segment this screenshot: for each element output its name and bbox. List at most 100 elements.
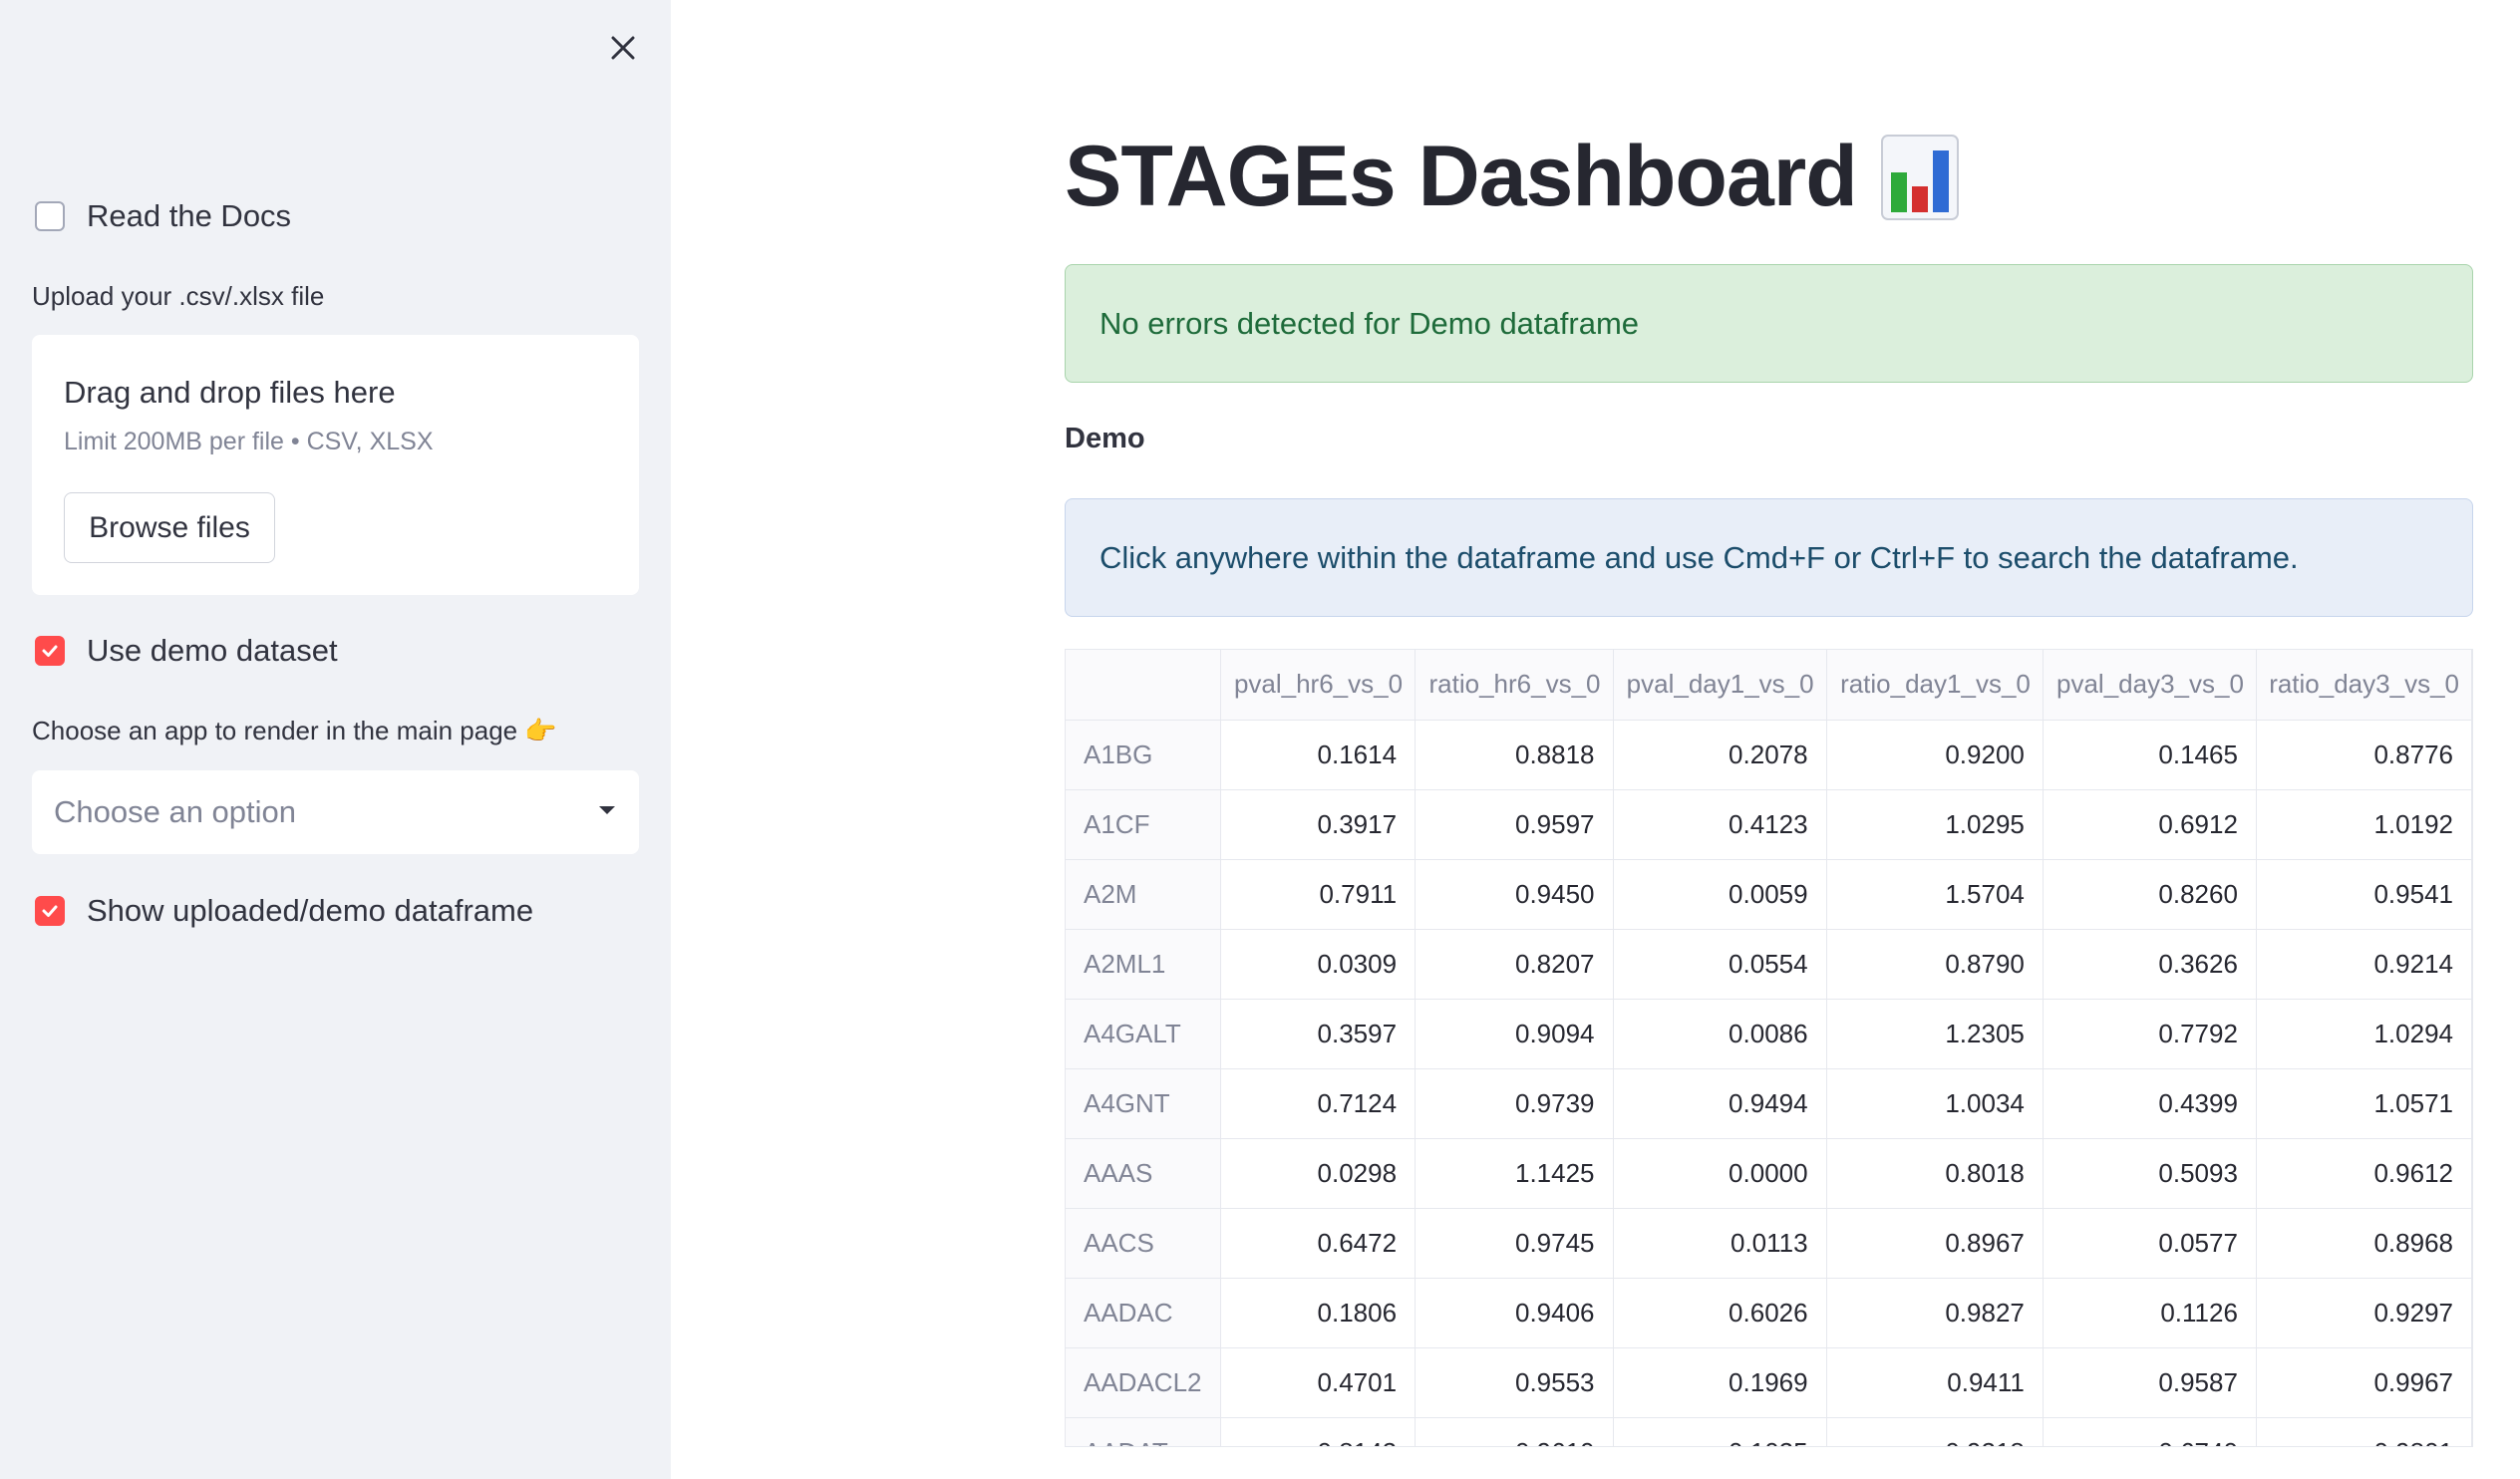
table-cell[interactable]: 0.4123	[1613, 789, 1827, 860]
table-row[interactable]: A2M 0.7911 0.9450 0.0059 1.5704 0.8260 0.9541	[1066, 859, 2472, 930]
table-cell[interactable]: 1.0295	[1826, 789, 2044, 860]
table-cell[interactable]: 0.9214	[2256, 929, 2472, 1000]
table-cell[interactable]: 0.9450	[1415, 859, 1614, 930]
table-cell[interactable]: 0.3597	[1220, 999, 1417, 1069]
table-cell[interactable]: 0.8142	[1220, 1417, 1417, 1446]
close-sidebar-button[interactable]	[603, 28, 643, 68]
table-cell[interactable]: 0.9541	[2256, 859, 2472, 930]
browse-files-button[interactable]: Browse files	[64, 492, 275, 563]
table-cell[interactable]: 0.0113	[1613, 1208, 1827, 1279]
table-cell[interactable]: 0.0554	[1613, 929, 1827, 1000]
table-cell[interactable]: 0.9587	[2043, 1347, 2257, 1418]
table-row[interactable]: AADAT0.81420.96100.10250.92180.67400.980…	[1066, 1417, 2472, 1446]
table-cell[interactable]: 0.1025	[1613, 1417, 1827, 1446]
table-row[interactable]: AACS 0.6472 0.9745 0.0113 0.8967 0.0577 0.8968	[1066, 1208, 2472, 1279]
table-cell[interactable]: 0.9612	[2256, 1138, 2472, 1209]
table-cell[interactable]: 0.0309	[1220, 929, 1417, 1000]
row-index-cell[interactable]: AADAC	[1066, 1278, 1221, 1348]
table-cell[interactable]: 0.8967	[1826, 1208, 2044, 1279]
table-cell[interactable]: 0.6026	[1613, 1278, 1827, 1348]
table-cell[interactable]: 0.9597	[1415, 789, 1614, 860]
table-cell[interactable]: 0.8207	[1415, 929, 1614, 1000]
table-cell[interactable]: 1.5704	[1826, 859, 2044, 930]
table-cell[interactable]: 0.3917	[1220, 789, 1417, 860]
table-cell[interactable]: 0.8776	[2256, 720, 2472, 790]
table-cell[interactable]: 0.1465	[2043, 720, 2257, 790]
row-index-cell[interactable]: A2ML1	[1066, 929, 1221, 1000]
table-cell[interactable]: 0.9406	[1415, 1278, 1614, 1348]
table-cell[interactable]: 0.1969	[1613, 1347, 1827, 1418]
table-cell[interactable]: 0.1614	[1220, 720, 1417, 790]
table-cell[interactable]: 1.1425	[1415, 1138, 1614, 1209]
table-cell[interactable]: 0.1126	[2043, 1278, 2257, 1348]
table-cell[interactable]: 0.9745	[1415, 1208, 1614, 1279]
column-header[interactable]: ratio_day1_vs_0	[1826, 650, 2044, 721]
column-header-index[interactable]	[1066, 650, 1221, 721]
table-cell[interactable]: 0.8818	[1415, 720, 1614, 790]
use-demo-checkbox-row[interactable]: Use demo dataset	[35, 633, 338, 669]
table-cell[interactable]: 0.9801	[2256, 1417, 2472, 1446]
table-cell[interactable]: 0.4701	[1220, 1347, 1417, 1418]
table-row[interactable]: AAAS 0.0298 1.1425 0.0000 0.8018 0.5093 0.9612	[1066, 1138, 2472, 1209]
table-cell[interactable]: 0.2078	[1613, 720, 1827, 790]
table-cell[interactable]: 0.9297	[2256, 1278, 2472, 1348]
table-cell[interactable]: 0.6472	[1220, 1208, 1417, 1279]
row-index-cell[interactable]: A2M	[1066, 859, 1221, 930]
column-header[interactable]: pval_day1_vs_0	[1613, 650, 1827, 721]
row-index-cell[interactable]: AACS	[1066, 1208, 1221, 1279]
table-row[interactable]: A1CF 0.3917 0.9597 0.4123 1.0295 0.6912 1.0192	[1066, 789, 2472, 860]
table-cell[interactable]: 0.0577	[2043, 1208, 2257, 1279]
table-cell[interactable]: 1.0192	[2256, 789, 2472, 860]
dataframe[interactable]: pval_hr6_vs_0 ratio_hr6_vs_0 pval_day1_v…	[1065, 649, 2473, 1447]
row-index-cell[interactable]: AADACL2	[1066, 1347, 1221, 1418]
row-index-cell[interactable]: A1BG	[1066, 720, 1221, 790]
row-index-cell[interactable]: AAAS	[1066, 1138, 1221, 1209]
read-docs-checkbox[interactable]	[35, 201, 65, 231]
table-cell[interactable]: 0.6740	[2043, 1417, 2257, 1446]
row-index-cell[interactable]: A4GALT	[1066, 999, 1221, 1069]
table-cell[interactable]: 0.6912	[2043, 789, 2257, 860]
table-cell[interactable]: 0.8260	[2043, 859, 2257, 930]
column-header[interactable]: ratio_day3_vs_0	[2256, 650, 2472, 721]
show-df-checkbox[interactable]	[35, 896, 65, 926]
column-header[interactable]: pval_hr6_vs_0	[1220, 650, 1417, 721]
table-row[interactable]: AADAC 0.1806 0.9406 0.6026 0.9827 0.1126 0.929…	[1066, 1278, 2472, 1348]
table-cell[interactable]: 0.0000	[1613, 1138, 1827, 1209]
table-cell[interactable]: 0.4399	[2043, 1068, 2257, 1139]
table-cell[interactable]: 0.9827	[1826, 1278, 2044, 1348]
table-cell[interactable]: 0.9218	[1826, 1417, 2044, 1446]
table-cell[interactable]: 0.9411	[1826, 1347, 2044, 1418]
column-header[interactable]: pval_day3_vs_0	[2043, 650, 2257, 721]
app-select[interactable]: Choose an option	[32, 770, 639, 854]
table-cell[interactable]: 0.7911	[1220, 859, 1417, 930]
file-uploader-dropzone[interactable]: Drag and drop files here Limit 200MB per…	[32, 335, 639, 595]
table-cell[interactable]: 0.9967	[2256, 1347, 2472, 1418]
table-cell[interactable]: 1.2305	[1826, 999, 2044, 1069]
table-cell[interactable]: 0.7792	[2043, 999, 2257, 1069]
table-cell[interactable]: 0.8018	[1826, 1138, 2044, 1209]
table-row[interactable]: A4GNT 0.7124 0.9739 0.9494 1.0034 0.4399 1.057…	[1066, 1068, 2472, 1139]
row-index-cell[interactable]: A1CF	[1066, 789, 1221, 860]
table-cell[interactable]: 0.3626	[2043, 929, 2257, 1000]
show-df-checkbox-row[interactable]: Show uploaded/demo dataframe	[35, 893, 533, 929]
table-row[interactable]: AADACL2 0.4701 0.9553 0.1969 0.9411 0.9587 0.9…	[1066, 1347, 2472, 1418]
table-cell[interactable]: 0.9494	[1613, 1068, 1827, 1139]
table-cell[interactable]: 0.8790	[1826, 929, 2044, 1000]
table-cell[interactable]: 0.1806	[1220, 1278, 1417, 1348]
table-cell[interactable]: 1.0294	[2256, 999, 2472, 1069]
table-cell[interactable]: 0.9200	[1826, 720, 2044, 790]
table-cell[interactable]: 0.8968	[2256, 1208, 2472, 1279]
table-row[interactable]: A1BG 0.1614 0.8818 0.2078 0.9200 0.1465 0.8776	[1066, 720, 2472, 790]
table-cell[interactable]: 0.9553	[1415, 1347, 1614, 1418]
table-row[interactable]: A4GALT 0.3597 0.9094 0.0086 1.2305 0.7792 1.02…	[1066, 999, 2472, 1069]
table-cell[interactable]: 0.9610	[1415, 1417, 1614, 1446]
table-cell[interactable]: 0.0086	[1613, 999, 1827, 1069]
column-header[interactable]: ratio_hr6_vs_0	[1415, 650, 1614, 721]
table-cell[interactable]: 0.7124	[1220, 1068, 1417, 1139]
use-demo-checkbox[interactable]	[35, 636, 65, 666]
table-cell[interactable]: 0.9739	[1415, 1068, 1614, 1139]
read-docs-checkbox-row[interactable]: Read the Docs	[35, 198, 291, 234]
table-cell[interactable]: 0.5093	[2043, 1138, 2257, 1209]
table-row[interactable]: A2ML1 0.0309 0.8207 0.0554 0.8790 0.3626 0.921…	[1066, 929, 2472, 1000]
table-cell[interactable]: 1.0571	[2256, 1068, 2472, 1139]
